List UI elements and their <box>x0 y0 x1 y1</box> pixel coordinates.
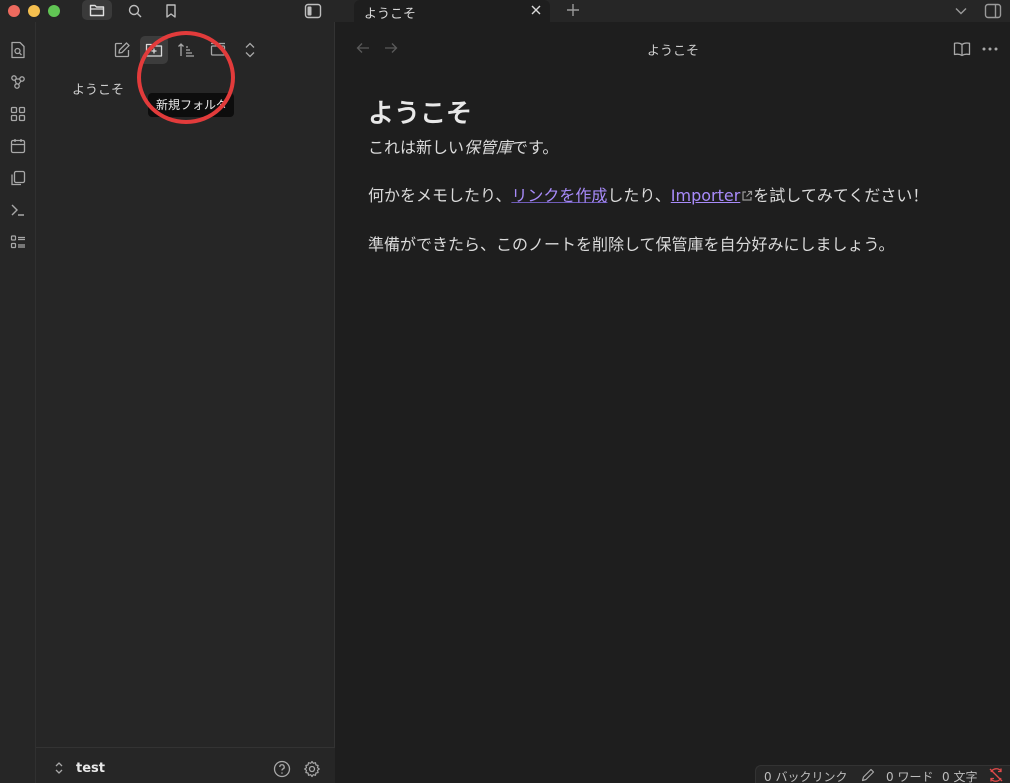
text: です。 <box>512 138 559 157</box>
text: を試してみてください！ <box>753 186 929 205</box>
chevron-down-icon[interactable] <box>952 2 970 20</box>
calendar-icon[interactable] <box>4 132 32 160</box>
highlight-ring <box>137 31 235 124</box>
char-count: 0 文字 <box>942 770 978 783</box>
tab-title: ようこそ <box>364 7 417 22</box>
editor-pane: ようこそ ようこそ これは新しい保管庫です。 何かをメモしたり、リンクを作成した… <box>336 22 1010 783</box>
note-content[interactable]: ようこそ これは新しい保管庫です。 何かをメモしたり、リンクを作成したり、Imp… <box>368 98 968 281</box>
plus-icon[interactable] <box>564 1 582 19</box>
emphasis-text: 保管庫 <box>464 138 513 157</box>
folder-icon[interactable] <box>82 0 112 20</box>
file-item[interactable]: ようこそ <box>72 79 124 98</box>
more-options-icon[interactable] <box>980 39 1000 59</box>
tab-welcome[interactable]: ようこそ <box>354 0 550 22</box>
zoom-window-button[interactable] <box>48 5 60 17</box>
right-sidebar-icon[interactable] <box>984 2 1002 20</box>
chevron-updown-icon[interactable] <box>52 760 66 776</box>
pencil-icon[interactable] <box>860 768 876 782</box>
ribbon <box>0 22 36 783</box>
status-bar: 0 バックリンク 0 ワード 0 文字 <box>755 765 1010 783</box>
minimize-window-button[interactable] <box>28 5 40 17</box>
quick-switcher-icon[interactable] <box>4 36 32 64</box>
paragraph-1: これは新しい保管庫です。 <box>368 136 968 160</box>
bookmark-icon[interactable] <box>160 0 182 22</box>
backlinks-count[interactable]: 0 バックリンク <box>764 768 847 783</box>
sidebar-toggle-icon[interactable] <box>302 0 324 22</box>
note-heading: ようこそ <box>368 99 473 129</box>
graph-icon[interactable] <box>4 68 32 96</box>
search-icon[interactable] <box>124 0 146 22</box>
help-icon[interactable] <box>272 759 292 779</box>
vault-name[interactable]: test <box>76 761 105 776</box>
text: これは新しい <box>368 138 465 157</box>
paragraph-2: 何かをメモしたり、リンクを作成したり、Importer を試してみてください！ <box>368 184 968 209</box>
vault-bar: test <box>36 747 335 783</box>
view-title[interactable]: ようこそ <box>336 40 1010 59</box>
word-count: 0 ワード <box>886 770 934 783</box>
book-open-icon[interactable] <box>952 39 972 59</box>
text: したり、 <box>607 186 671 205</box>
file-explorer: ようこそ 新規フォルダ <box>36 22 335 783</box>
bases-icon[interactable] <box>4 228 32 256</box>
close-window-button[interactable] <box>8 5 20 17</box>
external-link[interactable]: Importer <box>671 186 741 205</box>
external-link-icon <box>741 185 753 209</box>
gear-icon[interactable] <box>302 759 322 779</box>
close-icon[interactable] <box>528 2 544 18</box>
text: 何かをメモしたり、 <box>368 186 512 205</box>
new-note-icon[interactable] <box>108 36 136 64</box>
internal-link[interactable]: リンクを作成 <box>511 186 607 205</box>
paragraph-3: 準備ができたら、このノートを削除して保管庫を自分好みにしましょう。 <box>368 235 895 254</box>
canvas-icon[interactable] <box>4 100 32 128</box>
collapse-all-icon[interactable] <box>236 36 264 64</box>
command-palette-icon[interactable] <box>4 196 32 224</box>
templates-icon[interactable] <box>4 164 32 192</box>
sync-disabled-icon[interactable] <box>988 767 1004 783</box>
title-bar: ようこそ <box>0 0 1010 22</box>
